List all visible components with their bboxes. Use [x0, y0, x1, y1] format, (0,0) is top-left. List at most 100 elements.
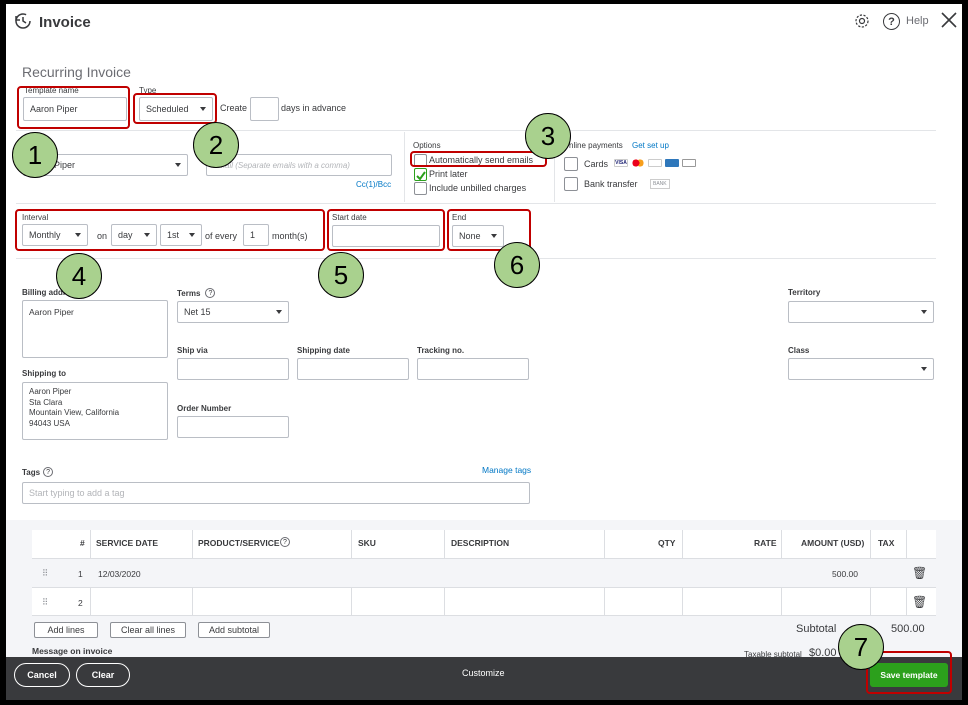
callout-7: 7: [838, 624, 884, 670]
shipping-line: Sta Clara: [29, 397, 63, 407]
row-service-date[interactable]: 12/03/2020: [98, 569, 141, 579]
col-product: PRODUCT/SERVICE: [198, 538, 280, 548]
create-label: Create: [220, 103, 248, 113]
subtotal-value: 500.00: [891, 623, 925, 635]
billing-address-field[interactable]: Aaron Piper: [22, 300, 168, 358]
cards-checkbox[interactable]: [564, 157, 578, 171]
trash-icon[interactable]: 🗑: [912, 595, 927, 609]
message-label: Message on invoice: [32, 646, 113, 656]
highlight-auto-send: [410, 151, 547, 167]
tags-placeholder: Start typing to add a tag: [29, 488, 125, 498]
manage-tags-link[interactable]: Manage tags: [482, 465, 531, 475]
invoice-window: Invoice ? Help Recurring Invoice Templat…: [6, 4, 962, 700]
col-num: #: [80, 538, 85, 548]
cards-label: Cards: [584, 159, 609, 169]
options-label: Options: [413, 141, 441, 150]
class-select[interactable]: [788, 358, 934, 380]
divider: [404, 132, 405, 202]
highlight-template-name: [17, 86, 130, 129]
bank-badge: BANK: [650, 179, 670, 189]
col-rate: RATE: [754, 538, 777, 548]
days-advance-input[interactable]: [250, 97, 279, 121]
tracking-no-input[interactable]: [417, 358, 529, 380]
tags-input[interactable]: Start typing to add a tag: [22, 482, 530, 504]
cc-bcc-link[interactable]: Cc(1)/Bcc: [356, 180, 391, 189]
divider: [16, 203, 936, 204]
shipping-line: Aaron Piper: [29, 387, 72, 396]
close-icon[interactable]: [940, 11, 958, 29]
help-icon[interactable]: ?: [883, 13, 900, 30]
col-description: DESCRIPTION: [451, 538, 510, 548]
drag-handle-icon[interactable]: ⠿: [42, 568, 48, 579]
trash-icon[interactable]: 🗑: [912, 566, 927, 580]
highlight-start-date: [327, 209, 445, 251]
shipping-date-label: Shipping date: [297, 346, 350, 355]
callout-3: 3: [525, 113, 571, 159]
shipping-date-input[interactable]: [297, 358, 409, 380]
tags-label-text: Tags: [22, 467, 41, 477]
print-later-label: Print later: [429, 169, 468, 179]
footer-bar: [6, 657, 962, 700]
chevron-down-icon: [921, 310, 927, 314]
info-icon: ?: [43, 467, 54, 477]
amex-icon: [665, 159, 679, 167]
chevron-down-icon: [175, 163, 181, 167]
subtotal-label: Subtotal: [796, 623, 837, 635]
table-row[interactable]: ⠿ 2 🗑: [32, 588, 936, 616]
row-num: 1: [78, 569, 83, 579]
include-unbilled-label: Include unbilled charges: [429, 183, 527, 193]
shipping-line: 94043 USA: [29, 418, 70, 428]
card-logos: VISA: [614, 159, 699, 167]
include-unbilled-checkbox[interactable]: [414, 182, 427, 195]
customize-link[interactable]: Customize: [462, 668, 505, 678]
get-set-up-link[interactable]: Get set up: [632, 141, 669, 150]
bank-transfer-checkbox[interactable]: [564, 177, 578, 191]
recurring-icon: [14, 12, 32, 30]
col-tax: TAX: [878, 538, 895, 548]
tracking-no-label: Tracking no.: [417, 346, 465, 355]
page-title: Invoice: [39, 14, 91, 31]
clear-button[interactable]: Clear: [76, 663, 130, 687]
cancel-button[interactable]: Cancel: [14, 663, 70, 687]
col-qty: QTY: [658, 538, 676, 548]
chevron-down-icon: [276, 310, 282, 314]
billing-address-value: Aaron Piper: [29, 307, 74, 317]
table-row[interactable]: ⠿ 1 12/03/2020 500.00 🗑: [32, 558, 936, 588]
add-lines-button[interactable]: Add lines: [34, 622, 98, 638]
discover-icon: [648, 159, 662, 167]
divider: [16, 258, 936, 259]
shipping-to-label: Shipping to: [22, 369, 66, 378]
gear-icon[interactable]: [854, 13, 870, 29]
info-icon: ?: [280, 537, 290, 547]
territory-label: Territory: [788, 288, 821, 297]
line-items-table: # SERVICE DATE PRODUCT/SERVICE ? SKU DES…: [32, 530, 936, 616]
order-number-input[interactable]: [177, 416, 289, 438]
row-amount[interactable]: 500.00: [832, 569, 858, 579]
ship-via-label: Ship via: [177, 346, 208, 355]
drag-handle-icon[interactable]: ⠿: [42, 597, 48, 608]
bank-transfer-label: Bank transfer: [584, 179, 638, 189]
terms-value: Net 15: [184, 307, 211, 317]
territory-select[interactable]: [788, 301, 934, 323]
check-icon: [416, 171, 426, 181]
help-label[interactable]: Help: [906, 15, 929, 27]
shipping-address-field[interactable]: Aaron Piper Sta Clara Mountain View, Cal…: [22, 382, 168, 440]
days-advance-label: days in advance: [281, 103, 347, 113]
mastercard-icon: [631, 159, 645, 167]
apple-pay-icon: [682, 159, 696, 167]
col-service-date: SERVICE DATE: [96, 538, 159, 548]
highlight-type: [133, 93, 217, 124]
ship-via-input[interactable]: [177, 358, 289, 380]
chevron-down-icon: [921, 367, 927, 371]
row-num: 2: [78, 598, 83, 608]
terms-label: Terms ?: [177, 288, 216, 298]
callout-2: 2: [193, 122, 239, 168]
col-sku: SKU: [358, 538, 376, 548]
add-subtotal-button[interactable]: Add subtotal: [198, 622, 270, 638]
clear-all-lines-button[interactable]: Clear all lines: [110, 622, 186, 638]
print-later-checkbox[interactable]: [414, 168, 427, 181]
visa-icon: VISA: [614, 159, 628, 167]
info-icon: ?: [205, 288, 216, 298]
email-placeholder: Email (Separate emails with a comma): [213, 160, 350, 170]
terms-select[interactable]: Net 15: [177, 301, 289, 323]
